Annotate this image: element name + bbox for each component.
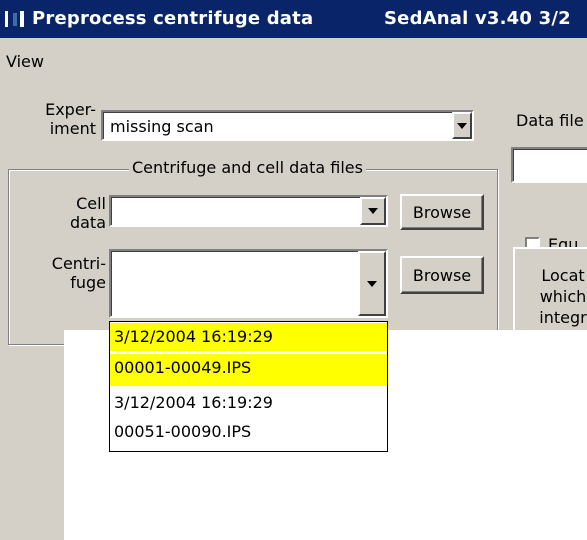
centrifuge-browse-button[interactable]: Browse xyxy=(400,256,484,294)
experiment-label: Exper- iment xyxy=(36,100,96,138)
locate-button-line1: Locat xyxy=(541,265,585,285)
list-item[interactable]: 3/12/2004 16:19:29 xyxy=(110,389,387,417)
app-version: SedAnal v3.40 3/2 xyxy=(384,8,571,29)
menu-bar xyxy=(0,38,587,68)
experiment-combobox[interactable]: missing scan xyxy=(101,110,474,141)
experiment-value: missing scan xyxy=(110,117,214,136)
cell-data-label-line1: Cell xyxy=(76,194,106,213)
chevron-down-icon xyxy=(368,208,378,214)
cell-data-label: Cell data xyxy=(50,194,106,232)
locate-button-line2: which xyxy=(539,286,587,306)
window-title: Preprocess centrifuge data xyxy=(32,8,314,29)
menu-view[interactable]: View xyxy=(6,52,44,71)
title-bar[interactable]: Preprocess centrifuge data SedAnal v3.40… xyxy=(0,0,587,38)
list-item[interactable]: 00051-00090.IPS xyxy=(110,418,387,446)
cell-data-label-line2: data xyxy=(69,213,106,232)
data-file-input[interactable] xyxy=(511,147,587,183)
centrifuge-label: Centri- fuge xyxy=(40,254,106,292)
chevron-down-icon xyxy=(367,280,377,287)
experiment-label-line2: iment xyxy=(49,119,96,138)
centrifuge-dropdown-button[interactable] xyxy=(358,251,386,316)
cell-data-dropdown-button[interactable] xyxy=(360,197,386,225)
list-item[interactable]: 3/12/2004 16:19:29 xyxy=(110,323,387,351)
cell-data-combobox[interactable] xyxy=(109,195,388,227)
experiment-dropdown-button[interactable] xyxy=(452,112,472,139)
chevron-down-icon xyxy=(457,122,467,129)
app-icon xyxy=(4,9,26,29)
list-item[interactable]: 00001-00049.IPS xyxy=(110,354,387,386)
data-file-label: Data file xyxy=(516,111,584,130)
centrifuge-label-line1: Centri- xyxy=(51,254,106,273)
centrifuge-label-line2: fuge xyxy=(70,273,106,292)
locate-button-line3: integr xyxy=(539,307,587,327)
centrifuge-combobox[interactable] xyxy=(109,249,388,318)
cell-data-browse-button[interactable]: Browse xyxy=(400,194,484,230)
experiment-label-line1: Exper- xyxy=(45,100,96,119)
groupbox-title: Centrifuge and cell data files xyxy=(129,158,366,177)
centrifuge-dropdown-list[interactable]: 3/12/2004 16:19:29 00001-00049.IPS 3/12/… xyxy=(109,321,388,452)
